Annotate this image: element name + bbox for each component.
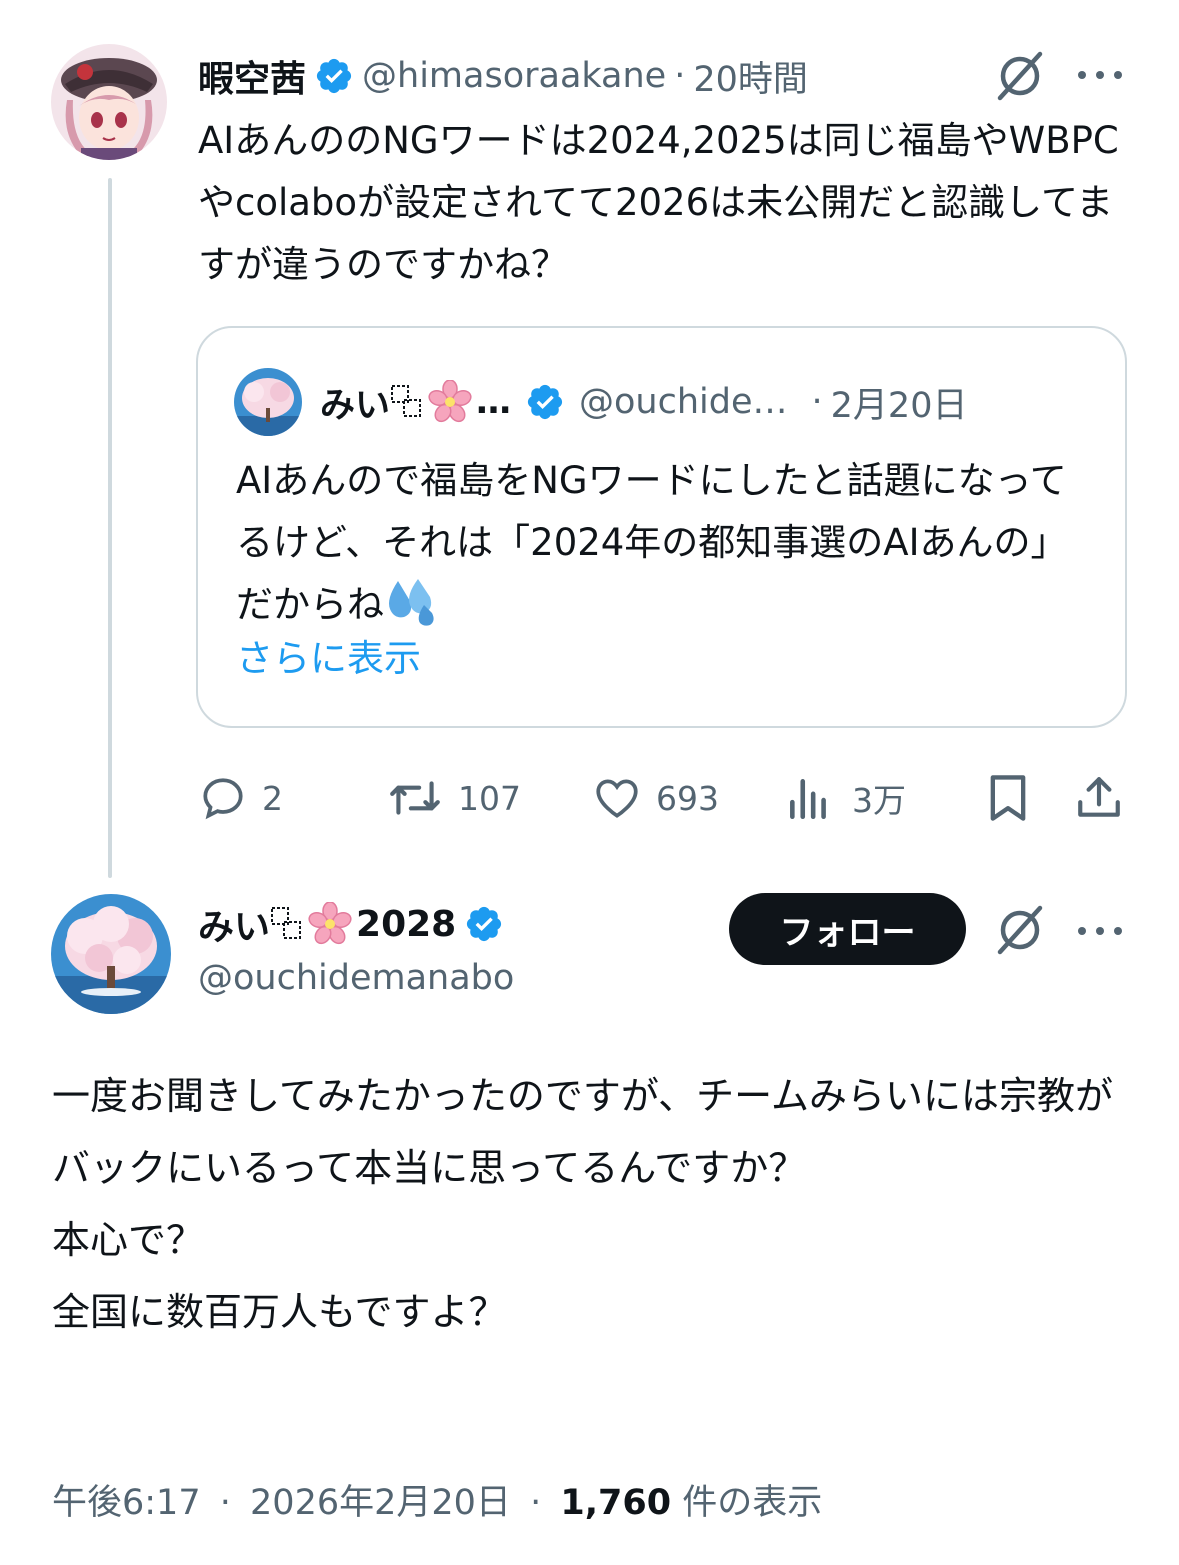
display-name-suffix[interactable]: 2028: [356, 904, 456, 945]
tweet-actions-bar: 2 107 693 3万: [196, 768, 1126, 828]
view-count-label: 件の表示: [682, 1483, 823, 1523]
like-button[interactable]: 693: [592, 768, 719, 828]
grok-icon[interactable]: [992, 902, 1048, 958]
placeholder-glyph-icon: [390, 382, 424, 422]
tweet-metadata: 午後6:17 · 2026年2月20日 · 1,760 件の表示: [52, 1474, 822, 1525]
views-count: 3万: [852, 781, 906, 820]
placeholder-glyph-icon: [270, 904, 304, 944]
tweet-text: 一度お聞きしてみたかったのですが、チームみらいには宗教がバックにいるって本当に思…: [52, 1074, 1113, 1334]
display-name[interactable]: みい: [198, 898, 270, 950]
separator-dot: ·: [219, 1483, 231, 1523]
bookmark-button[interactable]: [986, 768, 1030, 828]
reply-icon: [198, 773, 248, 823]
display-name: みい: [320, 385, 391, 426]
sweat-droplets-emoji-icon: [384, 575, 440, 627]
reply-count: 2: [262, 778, 283, 818]
tweet-date[interactable]: 2026年2月20日: [250, 1483, 511, 1523]
more-icon[interactable]: [1078, 924, 1122, 938]
separator-dot: ·: [674, 56, 686, 96]
like-icon: [592, 773, 642, 823]
tweet-time[interactable]: 午後6:17: [52, 1483, 201, 1523]
sakura-emoji-icon: [308, 901, 352, 946]
sakura-emoji-icon: [428, 379, 472, 424]
display-name[interactable]: 暇空茜: [198, 50, 306, 102]
quoted-tweet-text: AIあんので福島をNGワードにしたと話題になってるけど、それは「2024年の都知…: [236, 450, 1096, 636]
share-icon: [1074, 772, 1124, 824]
follow-button[interactable]: フォロー: [729, 893, 966, 965]
verified-badge-icon: [314, 56, 354, 96]
user-handle[interactable]: @ouchidemanabo: [198, 958, 514, 998]
user-name-row: みい 2028: [198, 896, 512, 952]
separator-dot: ·: [530, 1483, 542, 1523]
tweet-header: 暇空茜 @himasoraakane · 20時間: [198, 50, 808, 102]
like-count: 693: [656, 778, 719, 818]
avatar[interactable]: [51, 894, 171, 1014]
repost-icon: [386, 773, 444, 823]
verified-badge-icon: [525, 382, 565, 422]
user-handle[interactable]: @himasoraakane: [362, 56, 666, 96]
view-count: 1,760: [560, 1483, 672, 1523]
tweet-timestamp: 2月20日: [830, 385, 968, 426]
avatar: [234, 368, 302, 436]
share-button[interactable]: [1074, 768, 1124, 828]
bookmark-icon: [986, 772, 1030, 824]
tweet-text: AIあんののNGワードは2024,2025は同じ福島やWBPCやcolaboが設…: [198, 119, 1119, 286]
more-icon[interactable]: [1078, 68, 1122, 82]
tweet-timestamp[interactable]: 20時間: [693, 51, 808, 102]
quoted-tweet[interactable]: みい … @ouchide… · 2月20日 AIあんので福島をNGワードにした…: [196, 326, 1127, 728]
grok-icon[interactable]: [992, 48, 1048, 104]
repost-count: 107: [458, 778, 521, 818]
avatar[interactable]: [51, 44, 167, 160]
separator-dot: ·: [811, 382, 823, 422]
verified-badge-icon: [464, 904, 504, 944]
repost-button[interactable]: 107: [386, 768, 521, 828]
display-name-ellipsis: …: [476, 382, 512, 422]
thread-connector-line: [108, 178, 112, 878]
quoted-tweet-header: みい … @ouchide… · 2月20日: [320, 374, 1100, 430]
quoted-tweet-body: AIあんので福島をNGワードにしたと話題になってるけど、それは「2024年の都知…: [236, 459, 1068, 626]
user-handle: @ouchide…: [579, 382, 788, 422]
views-button[interactable]: 3万: [786, 768, 906, 828]
views-icon: [786, 773, 832, 823]
show-more-link[interactable]: さらに表示: [236, 628, 421, 682]
reply-button[interactable]: 2: [198, 768, 283, 828]
